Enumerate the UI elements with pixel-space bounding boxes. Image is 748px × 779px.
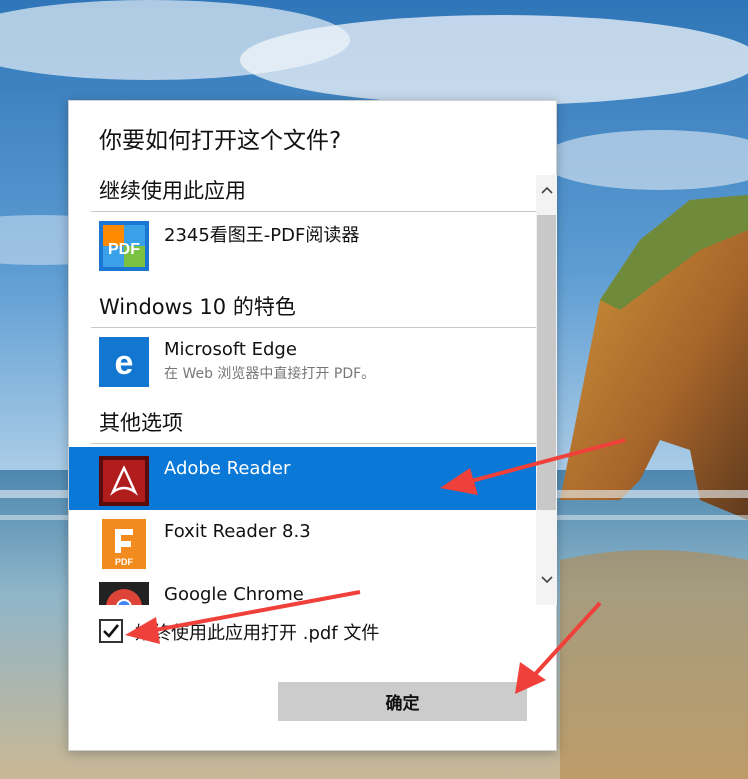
list-scrollbar[interactable]	[536, 175, 557, 605]
section-header-other: 其他选项	[99, 411, 183, 435]
svg-text:PDF: PDF	[108, 241, 140, 258]
app-name: 2345看图王-PDF阅读器	[164, 225, 360, 246]
app-name: Foxit Reader 8.3	[164, 521, 311, 542]
edge-icon: e	[99, 337, 149, 387]
always-use-checkbox[interactable]	[99, 619, 123, 643]
app-row-foxit-reader[interactable]: PDF Foxit Reader 8.3	[69, 510, 537, 573]
app-name: Adobe Reader	[164, 458, 291, 479]
app-name: Microsoft Edge	[164, 339, 297, 360]
app-row-2345-pdf[interactable]: PDF 2345看图王-PDF阅读器	[69, 212, 537, 275]
app-description: 在 Web 浏览器中直接打开 PDF。	[164, 366, 376, 382]
svg-text:PDF: PDF	[115, 557, 134, 567]
scroll-thumb[interactable]	[537, 215, 556, 510]
app-row-chrome[interactable]: Google Chrome	[69, 573, 537, 605]
checkmark-icon	[103, 624, 120, 638]
foxit-reader-icon: PDF	[99, 519, 149, 569]
always-use-label: 始终使用此应用打开 .pdf 文件	[135, 623, 380, 644]
app-list: 继续使用此应用 PDF 2345看图王-PDF阅读器 Windows 10 的特…	[69, 175, 557, 605]
adobe-reader-icon	[99, 456, 149, 506]
dialog-title: 你要如何打开这个文件?	[99, 128, 342, 154]
app-row-adobe-reader[interactable]: Adobe Reader	[69, 447, 537, 510]
pdf-viewer-icon: PDF	[99, 221, 149, 271]
scroll-up-icon[interactable]	[536, 175, 557, 205]
ok-button[interactable]: 确定	[278, 682, 527, 721]
section-header-windows: Windows 10 的特色	[99, 295, 296, 319]
app-row-edge[interactable]: e Microsoft Edge 在 Web 浏览器中直接打开 PDF。	[69, 328, 537, 391]
app-name: Google Chrome	[164, 584, 304, 605]
divider	[91, 443, 537, 444]
scroll-down-icon[interactable]	[536, 565, 557, 595]
open-with-dialog: 你要如何打开这个文件? 继续使用此应用 PDF 2345看图王-PDF阅读器 W…	[68, 100, 557, 751]
section-header-continue: 继续使用此应用	[99, 179, 246, 203]
svg-text:e: e	[115, 344, 134, 382]
chrome-icon	[99, 582, 149, 605]
